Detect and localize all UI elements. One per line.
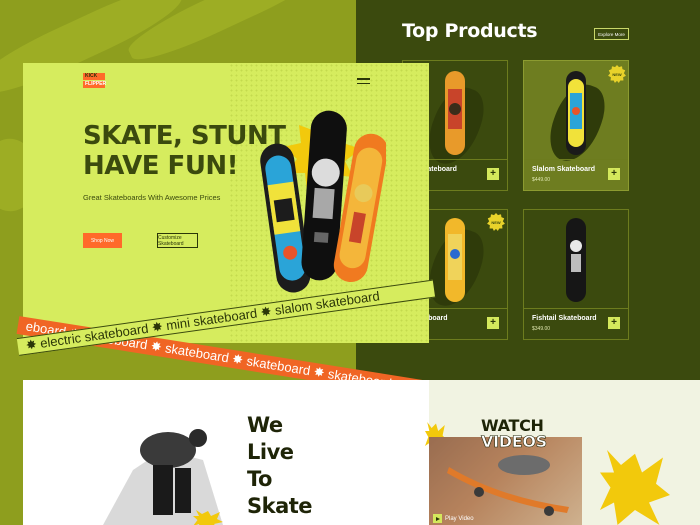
product-price: $449.00 xyxy=(532,177,551,183)
product-name: Fishtail Skateboard xyxy=(532,315,597,322)
skateboard-image xyxy=(566,71,586,155)
skateboard-image xyxy=(445,218,465,302)
card-divider xyxy=(524,308,628,309)
about-line4: Skate xyxy=(247,494,313,518)
hamburger-menu-icon[interactable] xyxy=(357,78,370,85)
brand-logo[interactable]: KICK FLIPPER xyxy=(83,73,107,88)
add-to-cart-button[interactable]: + xyxy=(487,168,499,180)
play-icon xyxy=(433,514,442,523)
product-card[interactable]: Fishtail Skateboard $349.00 + xyxy=(523,209,629,340)
product-name: Slalom Skateboard xyxy=(532,166,596,173)
about-section xyxy=(23,380,429,525)
logo-line1: KICK xyxy=(83,73,105,80)
shop-now-button[interactable]: Shop Now xyxy=(83,233,122,248)
play-video-label: Play Video xyxy=(445,515,474,522)
top-products-title: Top Products xyxy=(402,20,538,42)
add-to-cart-button[interactable]: + xyxy=(608,168,620,180)
new-badge: NEW xyxy=(608,65,626,83)
new-badge: NEW xyxy=(487,213,505,231)
about-line2: Live xyxy=(247,440,294,464)
add-to-cart-button[interactable]: + xyxy=(608,317,620,329)
about-line1: We xyxy=(247,413,283,437)
skateboard-image xyxy=(445,71,465,155)
hero-subtitle: Great Skateboards With Awesome Prices xyxy=(83,193,221,202)
skateboard-image xyxy=(566,218,586,302)
skateboards-illustration xyxy=(260,110,386,293)
logo-line2: FLIPPER xyxy=(83,81,107,88)
product-price: $349.00 xyxy=(532,326,551,332)
card-divider xyxy=(524,159,628,160)
play-video-button[interactable]: Play Video xyxy=(433,514,474,523)
skater-photo xyxy=(103,429,223,525)
explore-more-button[interactable]: Explore More xyxy=(594,28,629,40)
product-card[interactable]: NEW Slalom Skateboard $449.00 + xyxy=(523,60,629,191)
add-to-cart-button[interactable]: + xyxy=(487,317,499,329)
about-headline: We Live To Skate xyxy=(247,412,313,520)
videos-title: WATCH VIDEOS xyxy=(481,418,548,451)
customize-skateboard-button[interactable]: Customize Skateboard xyxy=(157,233,198,248)
videos-title-line2: VIDEOS xyxy=(481,432,548,451)
about-line3: To xyxy=(247,467,272,491)
